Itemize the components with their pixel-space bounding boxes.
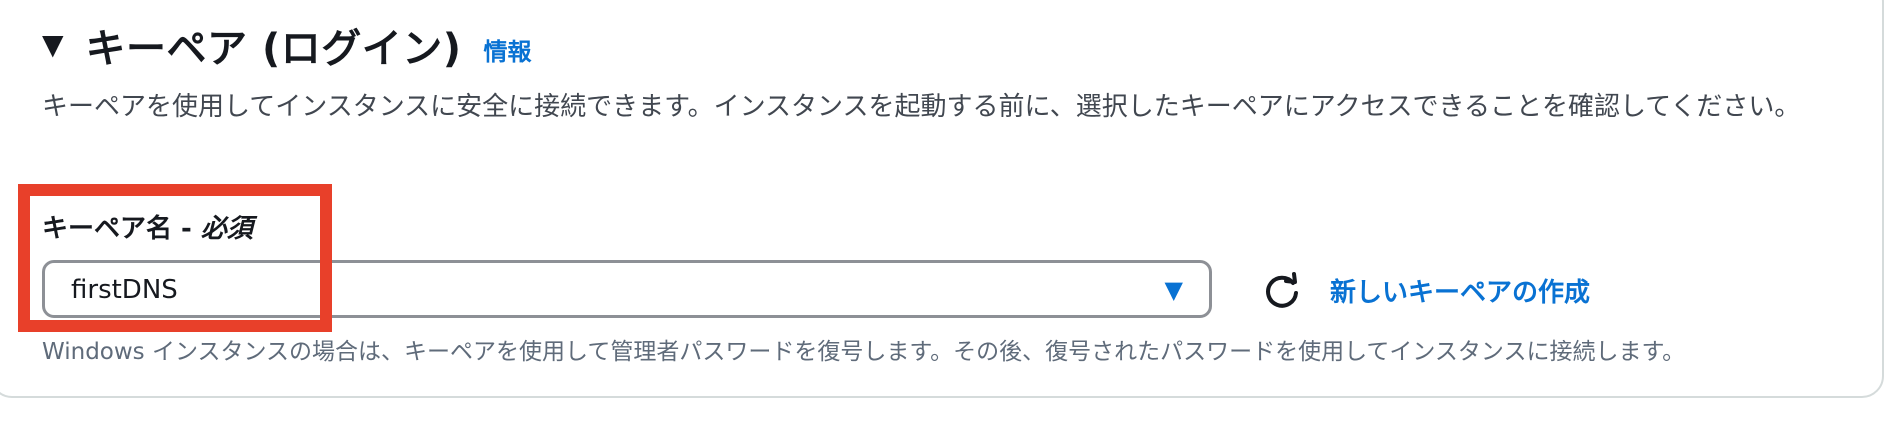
key-pair-name-label: キーペア名 - 必須	[42, 208, 253, 245]
label-text: キーペア名 -	[42, 214, 201, 244]
section-header[interactable]: ▼ キーペア (ログイン) 情報	[42, 18, 532, 72]
section-title: キーペア (ログイン)	[85, 26, 462, 72]
dropdown-caret-icon[interactable]: ▼	[1165, 276, 1183, 304]
select-value: firstDNS	[71, 275, 178, 305]
required-label: 必須	[200, 214, 253, 244]
refresh-icon[interactable]	[1262, 271, 1302, 311]
key-pair-hint: Windows インスタンスの場合は、キーペアを使用して管理者パスワードを復号し…	[42, 339, 1686, 365]
section-description: キーペアを使用してインスタンスに安全に接続できます。インスタンスを起動する前に、…	[42, 92, 1801, 122]
key-pair-select[interactable]: firstDNS ▼	[42, 260, 1212, 318]
caret-down-icon[interactable]: ▼	[42, 31, 64, 59]
info-link[interactable]: 情報	[484, 32, 532, 67]
create-key-pair-link[interactable]: 新しいキーペアの作成	[1330, 272, 1590, 309]
